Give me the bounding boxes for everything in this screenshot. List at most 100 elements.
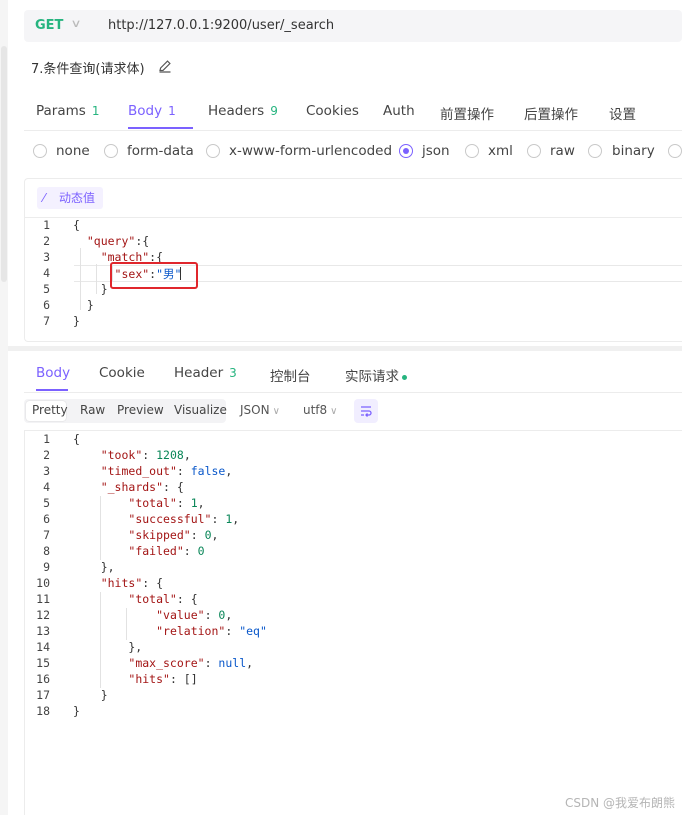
request-tabs: Params 1 Body 1 Headers 9 Cookies Auth 前置操作…: [24, 92, 682, 131]
code-line: "hits": []: [128, 672, 198, 686]
chevron-down-icon: ∨: [330, 406, 338, 417]
tab-auth[interactable]: Auth: [383, 103, 415, 119]
tab-post-request[interactable]: 后置操作: [524, 103, 578, 123]
radio-none[interactable]: [33, 144, 47, 158]
tab-label: 实际请求: [345, 369, 399, 385]
radio-label: x-www-form-urlencoded: [229, 143, 393, 159]
tab-pre-request[interactable]: 前置操作: [440, 103, 494, 123]
line-number: 5: [43, 496, 50, 510]
code-line: {: [73, 432, 80, 446]
active-tab-indicator: [128, 127, 193, 129]
tab-label: 前置操作: [440, 107, 494, 123]
tab-console[interactable]: 控制台: [270, 365, 311, 385]
edit-icon[interactable]: [158, 58, 172, 77]
request-title: 7.条件查询(请求体): [31, 62, 145, 77]
view-mode-pretty[interactable]: Pretty: [32, 403, 68, 417]
radio-label: json: [422, 143, 450, 159]
editor-divider: [25, 217, 682, 218]
code-line: },: [73, 560, 115, 574]
line-number: 7: [43, 528, 50, 542]
url-bar: GET ∨ http://127.0.0.1:9200/user/_search: [24, 10, 682, 42]
tab-headers[interactable]: Headers 9: [208, 103, 278, 119]
tab-cookies[interactable]: Cookies: [306, 103, 359, 119]
code-line: }: [73, 704, 80, 718]
method-select[interactable]: GET: [35, 18, 63, 33]
tab-body[interactable]: Body 1: [128, 103, 176, 119]
code-line: "successful": 1,: [128, 512, 240, 526]
code-line: {: [73, 218, 80, 232]
watermark: CSDN @我爱布朗熊: [565, 796, 676, 810]
line-number: 8: [43, 544, 50, 558]
tab-response-cookie[interactable]: Cookie: [99, 365, 145, 381]
line-number: 4: [43, 480, 50, 494]
line-number: 1: [43, 218, 50, 232]
tab-label: Auth: [383, 103, 415, 119]
view-mode-raw[interactable]: Raw: [80, 403, 105, 417]
view-mode-visualize[interactable]: Visualize: [174, 403, 227, 417]
line-number: 1: [43, 432, 50, 446]
encoding-dropdown[interactable]: utf8 ∨: [303, 403, 338, 417]
tab-label: Header: [174, 365, 224, 381]
line-number: 2: [43, 448, 50, 462]
line-number: 3: [43, 464, 50, 478]
radio-raw[interactable]: [527, 144, 541, 158]
code-line: "total": {: [128, 592, 198, 606]
chevron-down-icon[interactable]: ∨: [70, 17, 81, 30]
body-type-radios: none form-data x-www-form-urlencoded jso…: [30, 143, 682, 165]
code-line: "value": 0,: [156, 608, 233, 622]
url-input[interactable]: http://127.0.0.1:9200/user/_search: [108, 18, 334, 33]
chevron-down-icon: ∨: [272, 406, 280, 417]
line-number: 9: [43, 560, 50, 574]
tab-count: 1: [91, 104, 100, 118]
dynamic-value-label: 动态值: [59, 191, 96, 205]
line-number: 14: [36, 640, 50, 654]
tab-response-header[interactable]: Header 3: [174, 365, 237, 381]
tab-params[interactable]: Params 1: [36, 103, 99, 119]
active-tab-indicator: [36, 389, 68, 391]
format-value: JSON: [240, 403, 270, 417]
code-line: "query":{: [86, 234, 150, 248]
left-scrollbar[interactable]: [0, 0, 8, 815]
radio-json[interactable]: [399, 144, 413, 158]
code-line: "total": 1,: [128, 496, 205, 510]
wrap-lines-button[interactable]: [354, 399, 378, 423]
code-line: "max_score": null,: [128, 656, 254, 670]
line-number: 5: [43, 282, 50, 296]
radio-label: binary: [612, 143, 655, 159]
line-number: 17: [36, 688, 50, 702]
line-number: 16: [36, 672, 50, 686]
line-number: 13: [36, 624, 50, 638]
view-mode-preview[interactable]: Preview: [117, 403, 164, 417]
tab-label: Headers: [208, 103, 265, 119]
encoding-value: utf8: [303, 403, 328, 417]
code-line: },: [73, 640, 143, 654]
radio-xml[interactable]: [465, 144, 479, 158]
radio-label: xml: [488, 143, 513, 159]
radio-label: form-data: [127, 143, 194, 159]
radio-binary[interactable]: [588, 144, 602, 158]
code-line: "took": 1208,: [100, 448, 191, 462]
line-number: 12: [36, 608, 50, 622]
tab-response-body[interactable]: Body: [36, 365, 70, 381]
wrap-lines-icon: [361, 406, 372, 417]
panel-divider[interactable]: [8, 346, 682, 351]
tab-count: 1: [168, 104, 176, 118]
tab-label: Cookies: [306, 103, 359, 119]
code-line: }: [73, 298, 94, 312]
tab-label: Cookie: [99, 365, 145, 381]
code-line: "_shards": {: [100, 480, 184, 494]
dynamic-value-button[interactable]: ⁄ 动态值: [37, 187, 103, 209]
tab-label: 后置操作: [524, 107, 578, 123]
tab-label: Params: [36, 103, 86, 119]
radio-form-data[interactable]: [104, 144, 118, 158]
code-line: }: [73, 282, 108, 296]
radio-urlencoded[interactable]: [206, 144, 220, 158]
magic-wand-icon: ⁄: [43, 191, 46, 205]
format-dropdown[interactable]: JSON ∨: [240, 403, 280, 417]
radio-more[interactable]: [668, 144, 682, 158]
code-line: "timed_out": false,: [100, 464, 233, 478]
scrollbar-thumb[interactable]: [1, 46, 7, 282]
tab-actual-request[interactable]: 实际请求: [345, 365, 407, 385]
tab-settings[interactable]: 设置: [609, 103, 636, 123]
line-number: 10: [36, 576, 50, 590]
